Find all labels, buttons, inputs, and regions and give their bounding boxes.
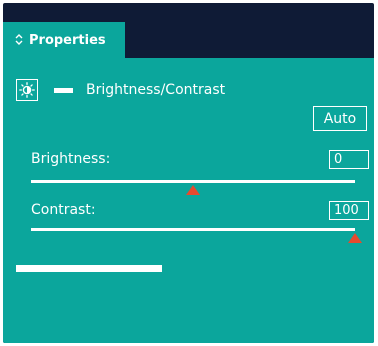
adjustment-title: Brightness/Contrast xyxy=(86,82,226,98)
adjustment-header: Brightness/Contrast xyxy=(16,78,225,102)
brightness-icon[interactable] xyxy=(16,79,38,101)
contrast-label: Contrast: xyxy=(31,202,96,218)
brightness-field[interactable]: 0 xyxy=(329,150,369,169)
tab-title: Properties xyxy=(29,33,106,48)
contrast-field[interactable]: 100 xyxy=(329,201,369,220)
brightness-slider-track[interactable] xyxy=(31,180,355,183)
brightness-label: Brightness: xyxy=(31,151,111,167)
tab-properties[interactable]: Properties xyxy=(3,22,125,59)
contrast-slider-track[interactable] xyxy=(31,228,355,231)
auto-button[interactable]: Auto xyxy=(313,106,367,131)
collapse-toggle-icon[interactable] xyxy=(15,33,23,48)
contrast-slider-thumb[interactable] xyxy=(348,233,362,243)
mask-icon[interactable] xyxy=(54,87,73,93)
progress-bar xyxy=(16,265,162,272)
brightness-slider-thumb[interactable] xyxy=(186,185,200,195)
